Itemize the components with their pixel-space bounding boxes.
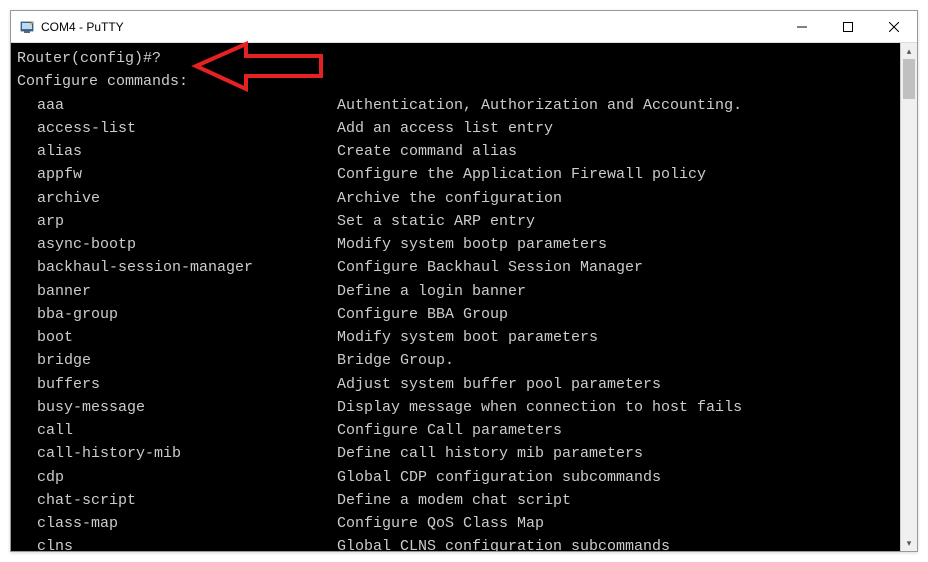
command-row: appfwConfigure the Application Firewall … — [17, 163, 894, 186]
window-controls — [779, 11, 917, 42]
command-description: Display message when connection to host … — [337, 396, 742, 419]
command-name: appfw — [17, 163, 337, 186]
command-description: Define call history mib parameters — [337, 442, 643, 465]
scrollbar-up-icon[interactable]: ▴ — [901, 43, 917, 59]
command-name: arp — [17, 210, 337, 233]
command-description: Configure the Application Firewall polic… — [337, 163, 706, 186]
command-name: alias — [17, 140, 337, 163]
command-description: Global CLNS configuration subcommands — [337, 535, 670, 551]
command-description: Configure QoS Class Map — [337, 512, 544, 535]
command-description: Configure BBA Group — [337, 303, 508, 326]
command-name: aaa — [17, 94, 337, 117]
command-row: bba-groupConfigure BBA Group — [17, 303, 894, 326]
command-description: Set a static ARP entry — [337, 210, 535, 233]
command-description: Define a login banner — [337, 280, 526, 303]
command-name: boot — [17, 326, 337, 349]
putty-window: COM4 - PuTTY Router(config)#?Configure c… — [10, 10, 918, 552]
command-row: bootModify system boot parameters — [17, 326, 894, 349]
command-name: archive — [17, 187, 337, 210]
command-row: bannerDefine a login banner — [17, 280, 894, 303]
command-name: buffers — [17, 373, 337, 396]
command-name: chat-script — [17, 489, 337, 512]
scrollbar-down-icon[interactable]: ▾ — [901, 535, 917, 551]
command-name: clns — [17, 535, 337, 551]
command-description: Add an access list entry — [337, 117, 553, 140]
command-row: access-listAdd an access list entry — [17, 117, 894, 140]
command-name: bridge — [17, 349, 337, 372]
command-row: archiveArchive the configuration — [17, 187, 894, 210]
command-name: access-list — [17, 117, 337, 140]
command-row: class-mapConfigure QoS Class Map — [17, 512, 894, 535]
command-name: cdp — [17, 466, 337, 489]
command-row: chat-scriptDefine a modem chat script — [17, 489, 894, 512]
command-row: buffersAdjust system buffer pool paramet… — [17, 373, 894, 396]
command-description: Archive the configuration — [337, 187, 562, 210]
command-description: Authentication, Authorization and Accoun… — [337, 94, 742, 117]
terminal-output[interactable]: Router(config)#?Configure commands:aaaAu… — [11, 43, 900, 551]
putty-icon — [19, 19, 35, 35]
command-name: busy-message — [17, 396, 337, 419]
command-name: async-bootp — [17, 233, 337, 256]
maximize-button[interactable] — [825, 11, 871, 42]
terminal-area: Router(config)#?Configure commands:aaaAu… — [11, 43, 917, 551]
command-row: async-bootpModify system bootp parameter… — [17, 233, 894, 256]
close-button[interactable] — [871, 11, 917, 42]
command-description: Configure Call parameters — [337, 419, 562, 442]
command-row: call-history-mibDefine call history mib … — [17, 442, 894, 465]
command-description: Modify system boot parameters — [337, 326, 598, 349]
terminal-header: Configure commands: — [17, 70, 894, 93]
minimize-button[interactable] — [779, 11, 825, 42]
command-row: callConfigure Call parameters — [17, 419, 894, 442]
command-name: backhaul-session-manager — [17, 256, 337, 279]
command-description: Bridge Group. — [337, 349, 454, 372]
command-name: bba-group — [17, 303, 337, 326]
command-description: Modify system bootp parameters — [337, 233, 607, 256]
command-row: arpSet a static ARP entry — [17, 210, 894, 233]
command-description: Adjust system buffer pool parameters — [337, 373, 661, 396]
command-row: aaaAuthentication, Authorization and Acc… — [17, 94, 894, 117]
command-row: backhaul-session-managerConfigure Backha… — [17, 256, 894, 279]
command-row: aliasCreate command alias — [17, 140, 894, 163]
command-row: busy-messageDisplay message when connect… — [17, 396, 894, 419]
command-row: cdpGlobal CDP configuration subcommands — [17, 466, 894, 489]
command-name: banner — [17, 280, 337, 303]
command-name: call — [17, 419, 337, 442]
terminal-prompt: Router(config)#? — [17, 47, 894, 70]
command-row: clnsGlobal CLNS configuration subcommand… — [17, 535, 894, 551]
scrollbar[interactable]: ▴ ▾ — [900, 43, 917, 551]
command-row: bridgeBridge Group. — [17, 349, 894, 372]
scrollbar-thumb[interactable] — [903, 59, 915, 99]
window-title: COM4 - PuTTY — [41, 20, 779, 34]
command-description: Configure Backhaul Session Manager — [337, 256, 643, 279]
command-name: class-map — [17, 512, 337, 535]
command-name: call-history-mib — [17, 442, 337, 465]
command-description: Define a modem chat script — [337, 489, 571, 512]
command-description: Create command alias — [337, 140, 517, 163]
titlebar[interactable]: COM4 - PuTTY — [11, 11, 917, 43]
command-description: Global CDP configuration subcommands — [337, 466, 661, 489]
